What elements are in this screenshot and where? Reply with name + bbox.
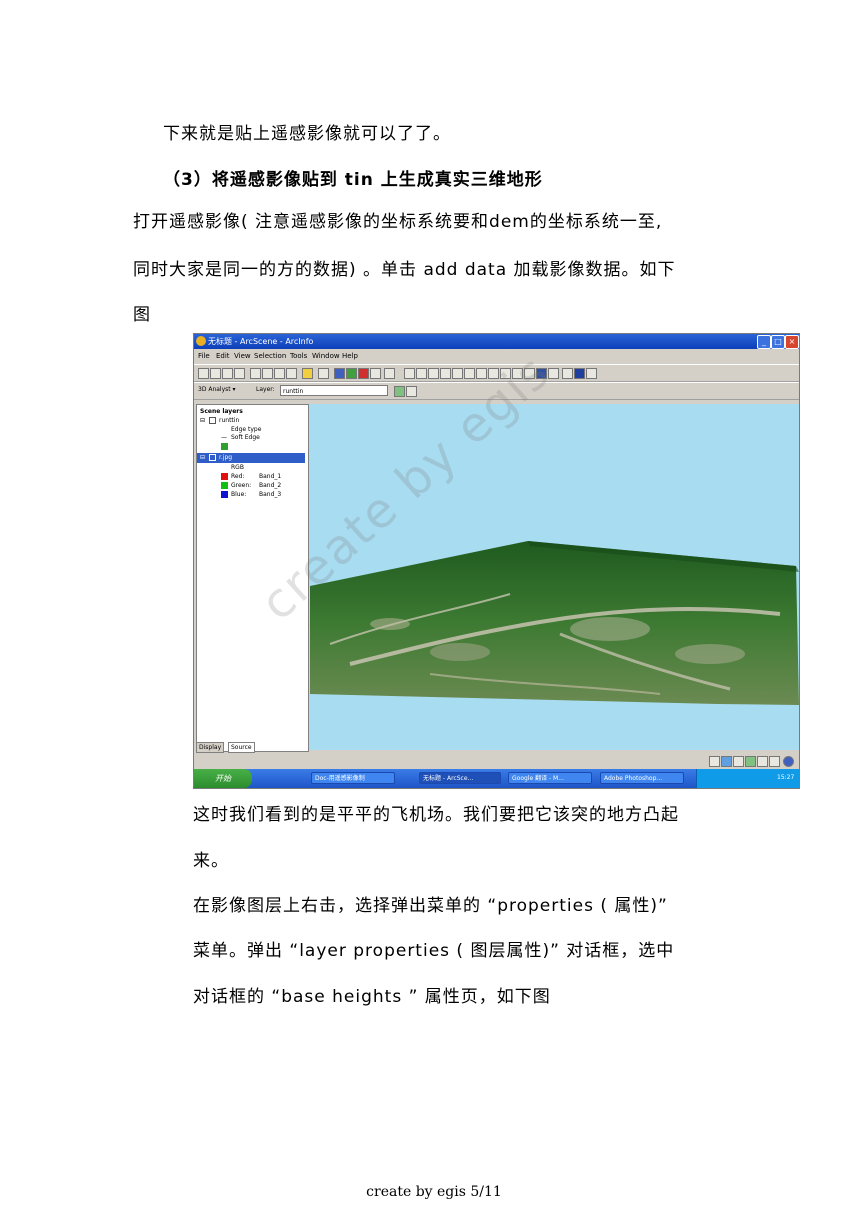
add-data-icon[interactable]: [302, 368, 313, 379]
globe-icon[interactable]: [334, 368, 345, 379]
menu-edit[interactable]: Edit: [216, 352, 230, 360]
toc-sub: —: [221, 434, 227, 441]
toggle-icon[interactable]: [318, 368, 329, 379]
toc-band-value: Band_2: [259, 482, 282, 489]
paragraph-line: 这时我们看到的是平平的飞机场。我们要把它该突的地方凸起: [193, 805, 679, 825]
clock: 15:27: [777, 774, 795, 781]
status-bar: [194, 752, 799, 769]
navigate-icon[interactable]: [404, 368, 415, 379]
blue-swatch: [221, 491, 228, 498]
toc-sub: Soft Edge: [231, 434, 260, 441]
cut-icon[interactable]: [250, 368, 261, 379]
status-icon[interactable]: [769, 756, 780, 767]
help-icon[interactable]: [783, 756, 794, 767]
fly-icon[interactable]: [416, 368, 427, 379]
new-icon[interactable]: [198, 368, 209, 379]
toc-band-label: Green:: [231, 482, 252, 489]
paragraph-line: 图: [133, 305, 151, 325]
center-icon[interactable]: [428, 368, 439, 379]
paragraph-line: 对话框的 “base heights ” 属性页，如下图: [193, 987, 551, 1007]
tin-swatch: [221, 443, 228, 450]
terrain-image: [310, 541, 799, 705]
toc-band-value: Band_3: [259, 491, 282, 498]
delete-icon[interactable]: [286, 368, 297, 379]
help-icon[interactable]: [384, 368, 395, 379]
taskbar-item[interactable]: Adobe Photoshop...: [600, 772, 684, 784]
paragraph-line: 在影像图层上右击，选择弹出菜单的 “properties ( 属性)”: [193, 896, 668, 916]
toc-sub: RGB: [231, 464, 244, 471]
window-titlebar: 无标题 - ArcScene - ArcInfo _ □ ×: [194, 334, 799, 349]
menu-selection[interactable]: Selection: [254, 352, 286, 360]
3d-analyst-menu[interactable]: 3D Analyst ▾: [198, 386, 236, 393]
maximize-button[interactable]: □: [771, 335, 785, 349]
paragraph-line: 打开遥感影像( 注意遥感影像的坐标系统要和dem的坐标系统一至,: [133, 212, 663, 232]
expand-icon[interactable]: ⊟: [200, 454, 205, 461]
layer-icon[interactable]: [346, 368, 357, 379]
stop-icon[interactable]: [358, 368, 369, 379]
taskbar-item[interactable]: Google 翻译 - M...: [508, 772, 592, 784]
find-icon[interactable]: [586, 368, 597, 379]
app-icon: [196, 336, 206, 346]
print-icon[interactable]: [234, 368, 245, 379]
taskbar-item[interactable]: 无标题 - ArcSce...: [419, 772, 501, 784]
paste-icon[interactable]: [274, 368, 285, 379]
system-tray: 15:27: [696, 769, 799, 788]
zoom-out-icon[interactable]: [452, 368, 463, 379]
red-swatch: [221, 473, 228, 480]
paragraph-line: 来。: [193, 851, 229, 871]
expand-icon[interactable]: ⊟: [200, 417, 205, 424]
menu-bar: File Edit View Selection Tools Window He…: [194, 350, 799, 363]
window-icon[interactable]: [370, 368, 381, 379]
layer-label: Layer:: [256, 386, 275, 393]
windows-taskbar: 开始 Doc-用遥感影像制 无标题 - ArcSce... Google 翻译 …: [194, 769, 799, 788]
status-icon[interactable]: [733, 756, 744, 767]
green-swatch: [221, 482, 228, 489]
pan-icon[interactable]: [464, 368, 475, 379]
toc-layer-tin[interactable]: runttin: [219, 417, 239, 424]
select-icon[interactable]: [562, 368, 573, 379]
status-icon[interactable]: [745, 756, 756, 767]
copy-icon[interactable]: [262, 368, 273, 379]
toc-band-value: Band_1: [259, 473, 282, 480]
selected-layer-row[interactable]: ⊟ r.jpg: [197, 453, 305, 463]
minimize-button[interactable]: _: [757, 335, 771, 349]
window-title: 无标题 - ArcScene - ArcInfo: [208, 337, 314, 346]
identify-icon[interactable]: [574, 368, 585, 379]
section-heading: （3）将遥感影像贴到 tin 上生成真实三维地形: [163, 170, 543, 190]
page-footer: create by egis 5/11: [366, 1184, 502, 1200]
menu-help[interactable]: Help: [342, 352, 358, 360]
paragraph-intro: 下来就是贴上遥感影像就可以了了。: [163, 124, 451, 144]
start-button[interactable]: 开始: [194, 769, 252, 788]
taskbar-item[interactable]: Doc-用遥感影像制: [311, 772, 395, 784]
status-icon[interactable]: [757, 756, 768, 767]
toc-band-label: Blue:: [231, 491, 247, 498]
layer-select[interactable]: runttin: [280, 385, 388, 396]
menu-view[interactable]: View: [234, 352, 251, 360]
toc-band-label: Red:: [231, 473, 245, 480]
status-icon[interactable]: [721, 756, 732, 767]
status-icon[interactable]: [709, 756, 720, 767]
menu-file[interactable]: File: [198, 352, 210, 360]
contour-icon[interactable]: [394, 386, 405, 397]
save-icon[interactable]: [222, 368, 233, 379]
open-icon[interactable]: [210, 368, 221, 379]
toc-root: Scene layers: [200, 408, 243, 415]
close-button[interactable]: ×: [785, 335, 799, 349]
steepest-path-icon[interactable]: [406, 386, 417, 397]
menu-window[interactable]: Window: [312, 352, 340, 360]
paragraph-line: 同时大家是同一的方的数据) 。单击 add data 加载影像数据。如下: [133, 260, 676, 280]
layer-checkbox[interactable]: [209, 454, 216, 461]
paragraph-line: 菜单。弹出 “layer properties ( 图层属性)” 对话框，选中: [193, 941, 675, 961]
toc-layer-image[interactable]: r.jpg: [219, 454, 232, 461]
menu-tools[interactable]: Tools: [290, 352, 307, 360]
3d-scene-view[interactable]: [310, 404, 799, 750]
zoom-in-icon[interactable]: [440, 368, 451, 379]
toc-sub: Edge type: [231, 426, 262, 433]
layer-checkbox[interactable]: [209, 417, 216, 424]
